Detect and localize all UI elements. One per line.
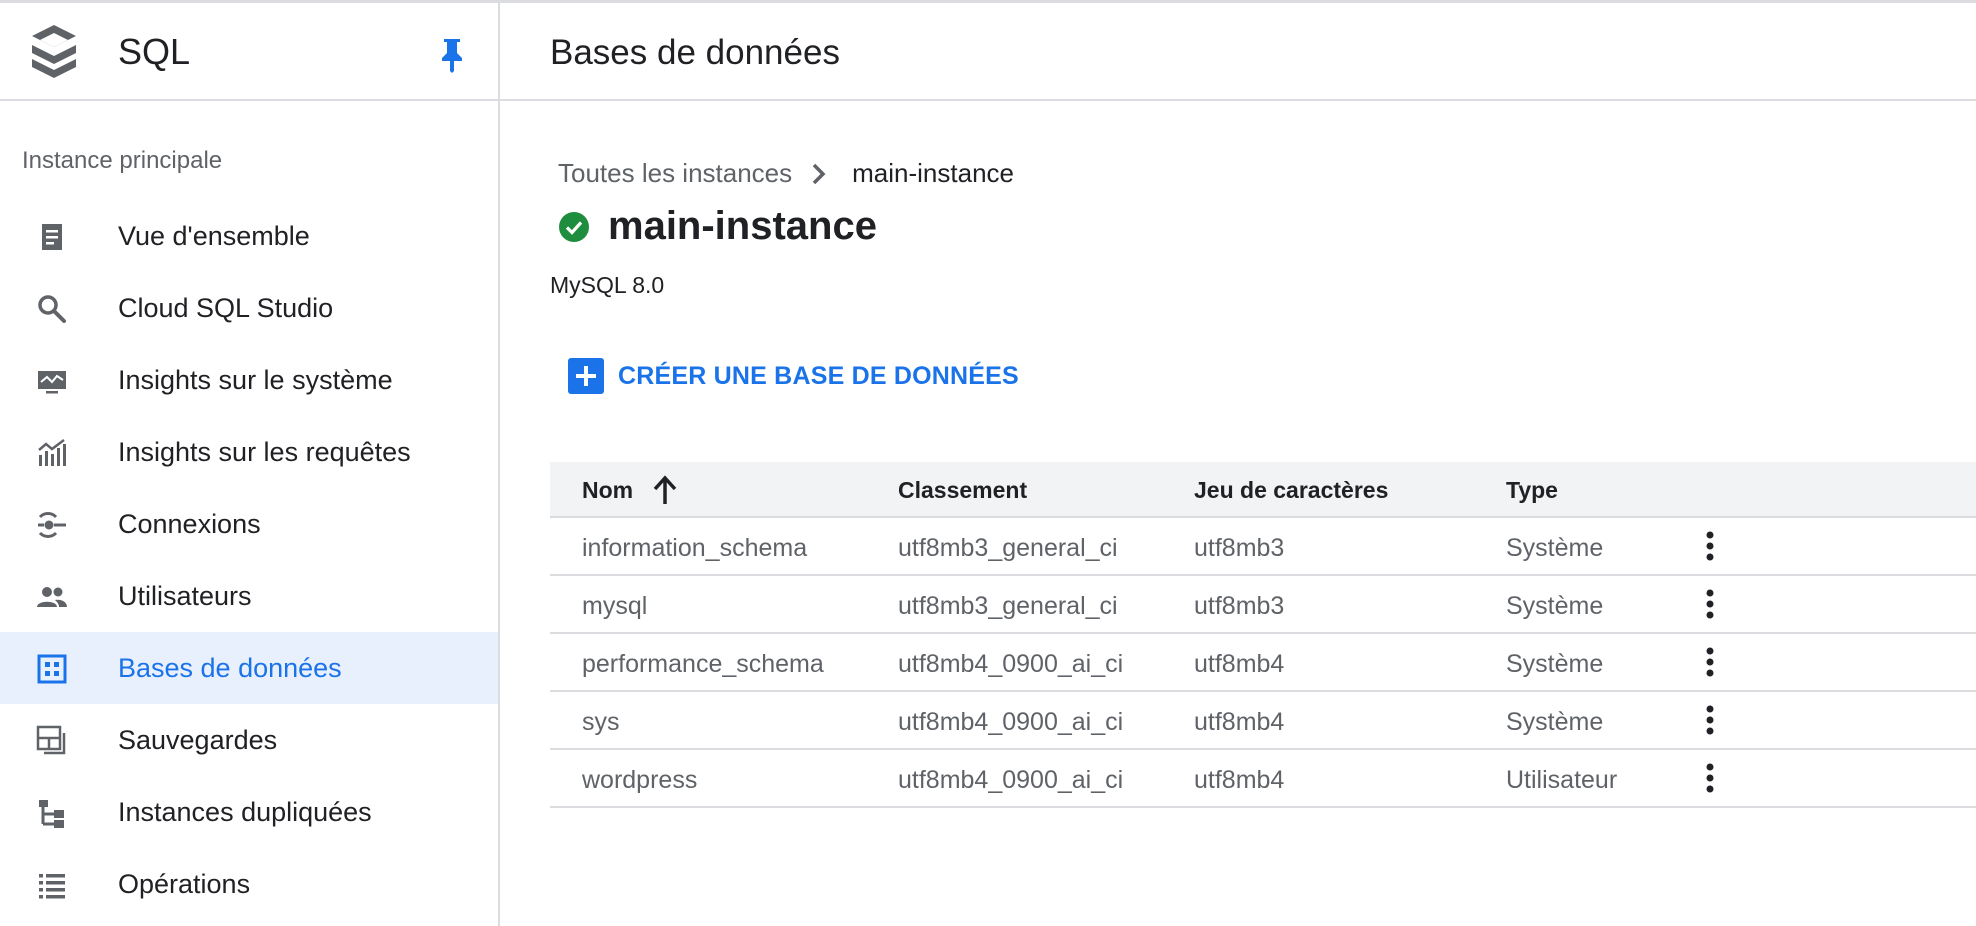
table-row: mysql utf8mb3_general_ci utf8mb3 Système — [550, 576, 1976, 634]
sidebar-item-query-insights[interactable]: Insights sur les requêtes — [0, 416, 498, 488]
page-title: Bases de données — [550, 33, 840, 72]
breadcrumb: Toutes les instances main-instance — [558, 158, 1014, 189]
cell-type: Système — [1506, 592, 1604, 620]
cell-name: performance_schema — [582, 650, 824, 678]
product-title: SQL — [118, 31, 191, 72]
sidebar-item-label: Utilisateurs — [118, 581, 252, 611]
sidebar-section-title: Instance principale — [22, 147, 223, 174]
create-database-label: CRÉER UNE BASE DE DONNÉES — [618, 361, 1019, 390]
column-header-charset[interactable]: Jeu de caractères — [1194, 477, 1388, 504]
backup-icon — [36, 725, 66, 755]
more-vert-icon[interactable] — [1692, 586, 1728, 622]
sidebar-item-databases[interactable]: Bases de données — [0, 632, 498, 704]
sidebar: SQL Instance principale Vue d'ensemble C… — [0, 3, 500, 926]
column-header-type[interactable]: Type — [1506, 477, 1558, 504]
cell-charset: utf8mb4 — [1194, 766, 1285, 794]
list-icon — [39, 874, 65, 899]
cell-collation: utf8mb3_general_ci — [898, 534, 1118, 562]
cell-type: Système — [1506, 534, 1604, 562]
sidebar-item-label: Vue d'ensemble — [118, 221, 310, 251]
cell-name: mysql — [582, 592, 648, 620]
database-icon — [37, 654, 67, 684]
pin-icon[interactable] — [436, 37, 468, 73]
monitor-icon — [38, 371, 66, 394]
cell-name: wordpress — [582, 766, 698, 794]
sidebar-item-backups[interactable]: Sauvegardes — [0, 704, 498, 776]
create-database-button[interactable]: CRÉER UNE BASE DE DONNÉES — [568, 358, 1019, 394]
sidebar-item-label: Cloud SQL Studio — [118, 293, 334, 323]
breadcrumb-all-instances-link[interactable]: Toutes les instances — [558, 158, 792, 189]
instance-heading: main-instance — [558, 204, 877, 249]
status-check-icon — [559, 211, 589, 242]
replica-icon — [39, 800, 64, 828]
sidebar-header: SQL — [0, 3, 498, 101]
sort-ascending-icon[interactable] — [650, 474, 680, 506]
more-vert-icon[interactable] — [1692, 702, 1728, 738]
cell-collation: utf8mb4_0900_ai_ci — [898, 766, 1124, 794]
sidebar-item-label: Opérations — [118, 869, 251, 899]
more-vert-icon[interactable] — [1692, 528, 1728, 564]
cell-name: sys — [582, 708, 620, 736]
sidebar-item-label: Instances dupliquées — [118, 797, 372, 827]
sidebar-item-label: Bases de données — [118, 653, 342, 683]
sidebar-item-cloud-sql-studio[interactable]: Cloud SQL Studio — [0, 272, 498, 344]
sidebar-item-users[interactable]: Utilisateurs — [0, 560, 498, 632]
cell-charset: utf8mb3 — [1194, 592, 1285, 620]
sidebar-item-operations[interactable]: Opérations — [0, 848, 498, 920]
cell-name: information_schema — [582, 534, 808, 562]
sidebar-item-label: Connexions — [118, 509, 261, 539]
column-header-name[interactable]: Nom — [582, 477, 633, 504]
table-row: performance_schema utf8mb4_0900_ai_ci ut… — [550, 634, 1976, 692]
search-icon — [38, 295, 66, 323]
cell-charset: utf8mb4 — [1194, 708, 1285, 736]
cell-collation: utf8mb3_general_ci — [898, 592, 1118, 620]
add-box-icon — [568, 358, 604, 394]
chevron-right-icon — [812, 163, 826, 184]
table-row: sys utf8mb4_0900_ai_ci utf8mb4 Système — [550, 692, 1976, 750]
cell-type: Utilisateur — [1506, 766, 1618, 794]
sidebar-nav: Vue d'ensemble Cloud SQL Studio Insights… — [0, 200, 498, 920]
table-row: information_schema utf8mb3_general_ci ut… — [550, 518, 1976, 576]
table-header: Nom Classement Jeu de caractères Type — [550, 462, 1976, 518]
table-row: wordpress utf8mb4_0900_ai_ci utf8mb4 Uti… — [550, 750, 1976, 808]
sidebar-item-replicas[interactable]: Instances dupliquées — [0, 776, 498, 848]
sidebar-item-label: Insights sur le système — [118, 365, 393, 395]
cell-type: Système — [1506, 708, 1604, 736]
column-header-collation[interactable]: Classement — [898, 477, 1027, 504]
chart-icon — [38, 439, 66, 466]
cell-type: Système — [1506, 650, 1604, 678]
databases-table: Nom Classement Jeu de caractères Type in… — [550, 462, 1976, 808]
breadcrumb-current: main-instance — [852, 158, 1014, 188]
sidebar-item-label: Insights sur les requêtes — [118, 437, 411, 467]
more-vert-icon[interactable] — [1692, 644, 1728, 680]
overview-icon — [42, 224, 62, 250]
cell-collation: utf8mb4_0900_ai_ci — [898, 708, 1124, 736]
sidebar-item-label: Sauvegardes — [118, 725, 278, 755]
cell-charset: utf8mb4 — [1194, 650, 1285, 678]
sql-logo-icon — [32, 25, 76, 78]
page-header: Bases de données — [500, 3, 1976, 101]
instance-version: MySQL 8.0 — [550, 272, 665, 298]
sidebar-item-overview[interactable]: Vue d'ensemble — [0, 200, 498, 272]
sidebar-item-connections[interactable]: Connexions — [0, 488, 498, 560]
connection-icon — [38, 512, 66, 538]
instance-name: main-instance — [608, 204, 877, 248]
cell-charset: utf8mb3 — [1194, 534, 1285, 562]
users-icon — [37, 587, 67, 607]
more-vert-icon[interactable] — [1692, 760, 1728, 796]
sidebar-item-system-insights[interactable]: Insights sur le système — [0, 344, 498, 416]
cell-collation: utf8mb4_0900_ai_ci — [898, 650, 1124, 678]
